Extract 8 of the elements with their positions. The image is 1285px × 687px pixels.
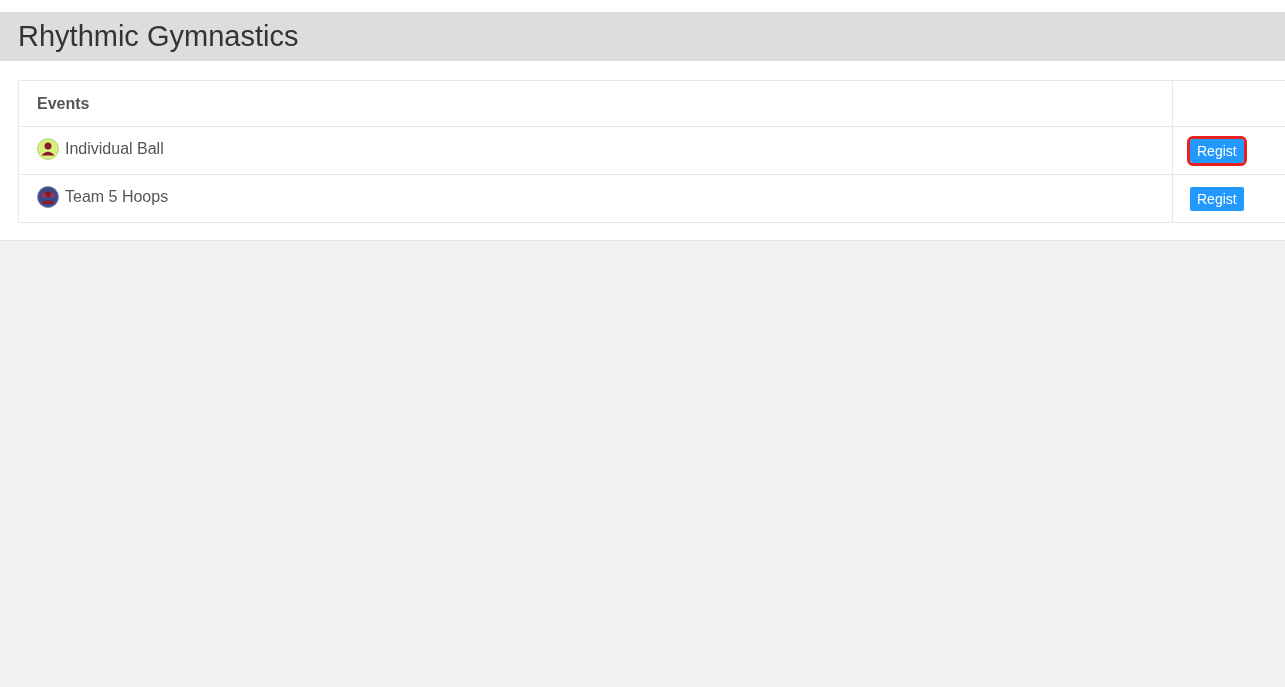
column-header: Events xyxy=(18,80,1173,127)
page-title: Rhythmic Gymnastics xyxy=(18,20,299,53)
event-name: Team 5 Hoops xyxy=(65,186,169,207)
register-button[interactable]: Regist xyxy=(1190,138,1244,163)
person-avatar-icon xyxy=(37,137,59,160)
group-avatar-icon xyxy=(37,185,59,208)
event-name: Individual Ball xyxy=(65,138,164,159)
register-button[interactable]: Regist xyxy=(1190,186,1244,211)
